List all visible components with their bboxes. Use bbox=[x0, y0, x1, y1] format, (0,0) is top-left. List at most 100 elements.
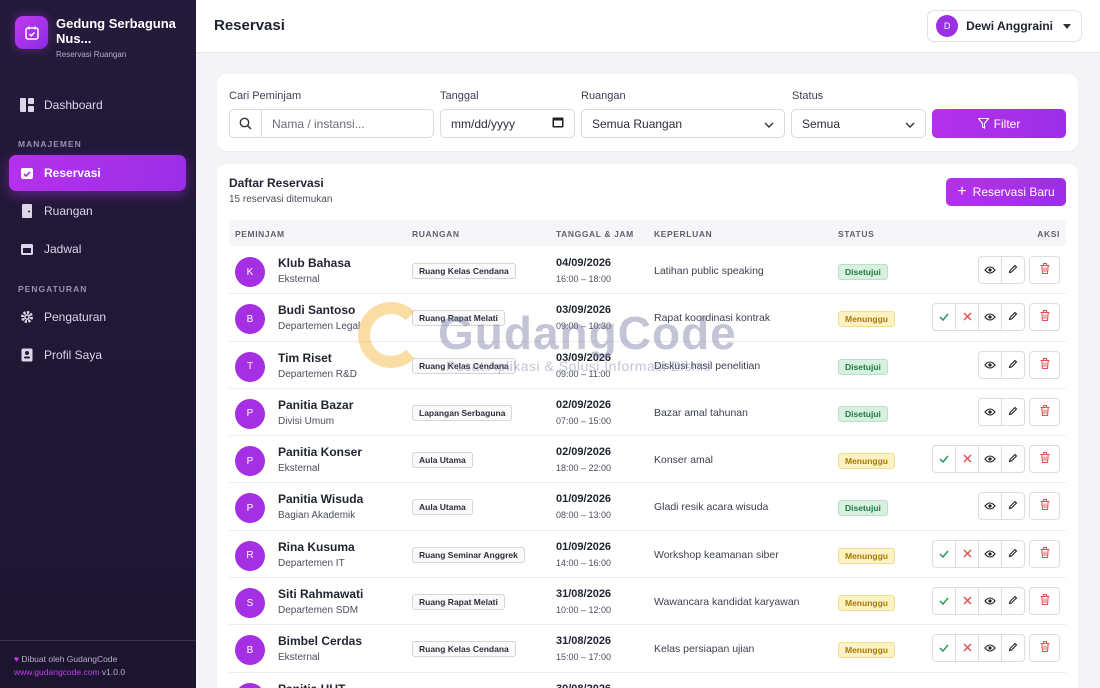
reservation-date: 30/08/2026 bbox=[556, 683, 611, 688]
approve-button[interactable] bbox=[932, 539, 956, 568]
row-actions bbox=[932, 634, 1060, 663]
edit-button[interactable] bbox=[1001, 303, 1025, 332]
edit-button[interactable] bbox=[1001, 539, 1025, 568]
room-badge: Aula Utama bbox=[412, 452, 473, 469]
reservation-time: 18:00 – 22:00 bbox=[556, 463, 612, 474]
footer-url[interactable]: www.gudangcode.com bbox=[14, 667, 100, 677]
view-button[interactable] bbox=[978, 539, 1002, 568]
status-badge: Menunggu bbox=[838, 547, 895, 564]
reject-button[interactable] bbox=[955, 587, 979, 616]
user-menu-button[interactable]: D Dewi Anggraini bbox=[927, 10, 1082, 42]
sidebar-item-profil[interactable]: Profil Saya bbox=[9, 337, 186, 373]
reservation-purpose: Diskusi hasil penelitian bbox=[654, 359, 761, 372]
dashboard-icon bbox=[19, 97, 35, 113]
room-badge: Ruang Kelas Cendana bbox=[412, 357, 516, 374]
edit-button[interactable] bbox=[1001, 256, 1025, 284]
edit-button[interactable] bbox=[1001, 587, 1025, 616]
table-row[interactable]: B Bimbel Cerdas Eksternal Ruang Kelas Cenda… bbox=[229, 625, 1066, 673]
table-row[interactable]: P Panitia Wisuda Bagian Akademik Aula Utama… bbox=[229, 483, 1066, 531]
status-select[interactable]: Semua bbox=[791, 109, 926, 138]
borrower-org: Eksternal bbox=[278, 463, 320, 475]
table-row[interactable]: P Panitia Konser Eksternal Aula Utama 02/09/… bbox=[229, 436, 1066, 484]
reservation-purpose: Bazar amal tahunan bbox=[654, 406, 748, 419]
view-button[interactable] bbox=[978, 256, 1002, 284]
edit-button[interactable] bbox=[1001, 445, 1025, 474]
borrower-name: Klub Bahasa bbox=[278, 256, 351, 270]
funnel-icon bbox=[977, 118, 989, 129]
sidebar-item-label: Reservasi bbox=[44, 166, 101, 180]
table-row[interactable]: S Siti Rahmawati Departemen SDM Ruang Rapat… bbox=[229, 578, 1066, 626]
delete-button[interactable] bbox=[1029, 303, 1060, 332]
row-actions bbox=[932, 587, 1060, 616]
view-button[interactable] bbox=[978, 587, 1002, 616]
new-reservation-button[interactable]: + Reservasi Baru bbox=[946, 178, 1066, 206]
reservation-time: 09:00 – 10:30 bbox=[556, 321, 612, 332]
sidebar-item-pengaturan[interactable]: Pengaturan bbox=[9, 299, 186, 335]
column-header-status: STATUS bbox=[838, 229, 875, 239]
sidebar-item-dashboard[interactable]: Dashboard bbox=[9, 87, 186, 123]
sidebar-item-ruangan[interactable]: Ruangan bbox=[9, 193, 186, 229]
edit-button[interactable] bbox=[1001, 492, 1025, 521]
check-icon bbox=[939, 592, 949, 610]
delete-button[interactable] bbox=[1029, 397, 1060, 426]
approve-button[interactable] bbox=[932, 587, 956, 616]
date-value: mm/dd/yyyy bbox=[451, 116, 516, 131]
reject-button[interactable] bbox=[955, 445, 979, 474]
approve-button[interactable] bbox=[932, 634, 956, 663]
reject-button[interactable] bbox=[955, 303, 979, 332]
view-button[interactable] bbox=[978, 492, 1002, 521]
view-button[interactable] bbox=[978, 445, 1002, 474]
delete-button[interactable] bbox=[1029, 256, 1060, 284]
view-button[interactable] bbox=[978, 397, 1002, 426]
view-button[interactable] bbox=[978, 350, 1002, 379]
delete-button[interactable] bbox=[1029, 492, 1060, 521]
borrower-org: Departemen Legal bbox=[278, 321, 361, 333]
sidebar-item-reservasi[interactable]: Reservasi bbox=[9, 155, 186, 191]
brand[interactable]: Gedung Serbaguna Nus... Reservasi Ruanga… bbox=[15, 16, 186, 59]
reject-button[interactable] bbox=[955, 634, 979, 663]
pencil-icon bbox=[1008, 403, 1018, 421]
view-button[interactable] bbox=[978, 634, 1002, 663]
search-label: Cari Peminjam bbox=[229, 90, 302, 102]
delete-button[interactable] bbox=[1029, 587, 1060, 616]
pencil-icon bbox=[1008, 497, 1018, 515]
delete-button[interactable] bbox=[1029, 350, 1060, 379]
status-label: Status bbox=[792, 90, 824, 102]
pencil-icon bbox=[1008, 639, 1018, 657]
table-row[interactable]: K Klub Bahasa Eksternal Ruang Kelas Cendana… bbox=[229, 247, 1066, 295]
borrower-name: Panitia Bazar bbox=[278, 397, 354, 412]
table-row[interactable]: P Panitia HUT 30/08/2026 bbox=[229, 673, 1066, 688]
list-count: 15 reservasi ditemukan bbox=[229, 194, 333, 205]
trash-icon bbox=[1040, 403, 1050, 421]
list-title: Daftar Reservasi bbox=[229, 176, 324, 190]
delete-button[interactable] bbox=[1029, 634, 1060, 663]
sidebar-item-jadwal[interactable]: Jadwal bbox=[9, 231, 186, 267]
room-badge: Lapangan Serbaguna bbox=[412, 404, 513, 421]
table-row[interactable]: B Budi Santoso Departemen Legal Ruang Rapat… bbox=[229, 294, 1066, 342]
pencil-icon bbox=[1008, 592, 1018, 610]
reservation-time: 07:00 – 15:00 bbox=[556, 415, 612, 426]
filter-button[interactable]: Filter bbox=[932, 109, 1066, 138]
eye-icon bbox=[984, 497, 996, 515]
edit-button[interactable] bbox=[1001, 350, 1025, 379]
table-row[interactable]: P Panitia Bazar Divisi Umum Lapangan Serbag… bbox=[229, 389, 1066, 437]
reservation-time: 09:00 – 11:00 bbox=[556, 368, 611, 379]
table-row[interactable]: T Tim Riset Departemen R&D Ruang Kelas Cend… bbox=[229, 342, 1066, 389]
calendar-icon[interactable] bbox=[552, 116, 564, 131]
approve-button[interactable] bbox=[932, 303, 956, 332]
approve-button[interactable] bbox=[932, 445, 956, 474]
close-icon bbox=[963, 592, 972, 610]
row-actions bbox=[978, 397, 1060, 426]
edit-button[interactable] bbox=[1001, 634, 1025, 663]
trash-icon bbox=[1040, 545, 1050, 563]
search-input[interactable] bbox=[262, 110, 422, 137]
delete-button[interactable] bbox=[1029, 445, 1060, 474]
table-row[interactable]: R Rina Kusuma Departemen IT Ruang Seminar A… bbox=[229, 531, 1066, 579]
date-input[interactable]: mm/dd/yyyy bbox=[440, 109, 575, 138]
room-select[interactable]: Semua Ruangan bbox=[581, 109, 785, 138]
search-icon bbox=[230, 110, 262, 137]
delete-button[interactable] bbox=[1029, 539, 1060, 568]
edit-button[interactable] bbox=[1001, 397, 1025, 426]
view-button[interactable] bbox=[978, 303, 1002, 332]
reject-button[interactable] bbox=[955, 539, 979, 568]
